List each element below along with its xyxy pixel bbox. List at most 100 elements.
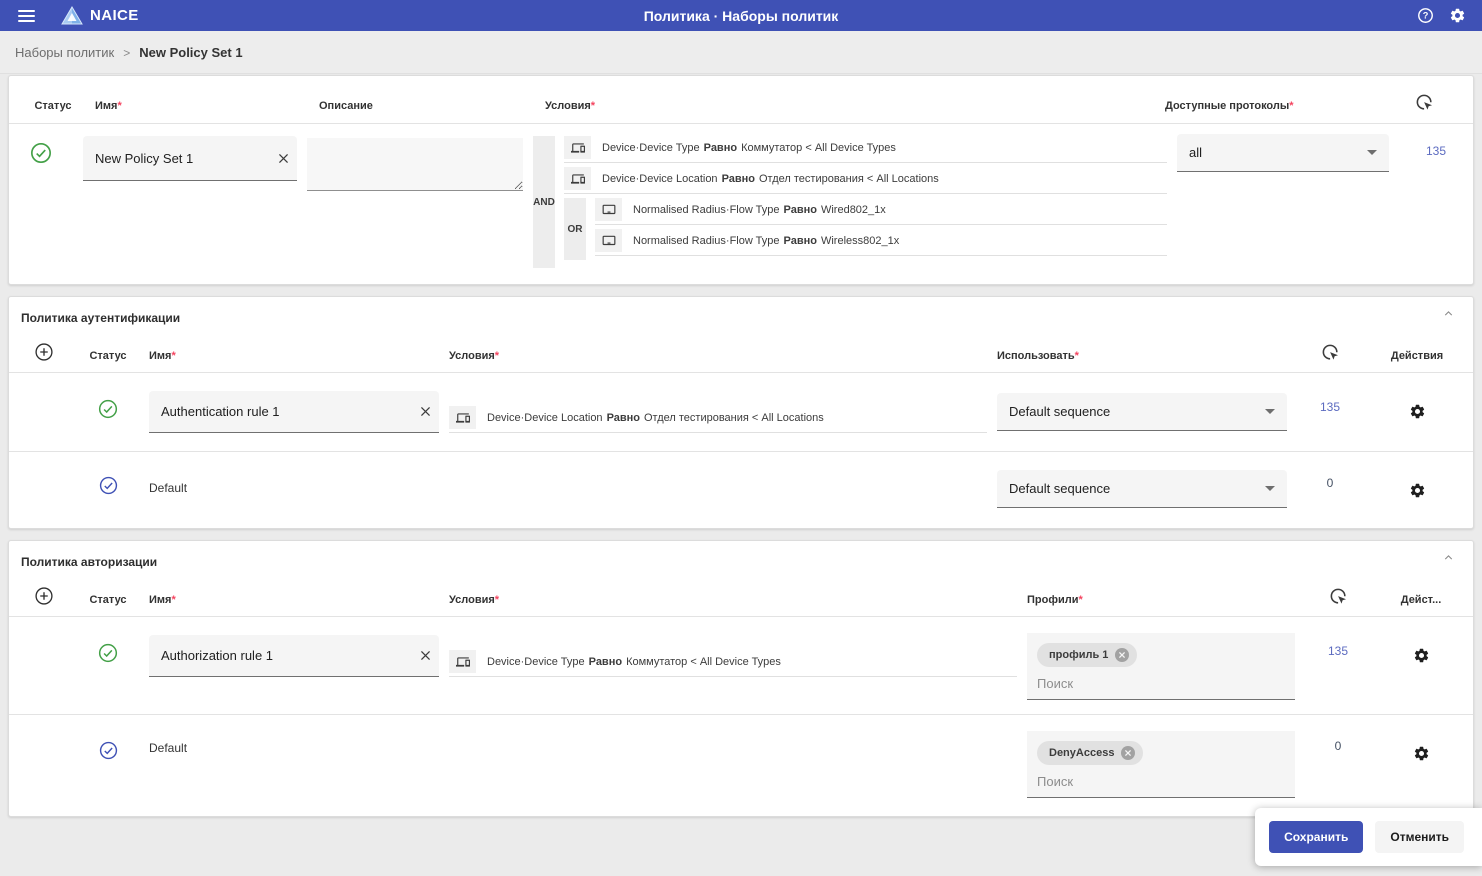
rule-name-field[interactable] — [149, 391, 439, 433]
flow-icon — [595, 229, 622, 252]
column-name: Имя* — [95, 83, 309, 123]
row-actions-gear-icon[interactable] — [1381, 745, 1461, 762]
profiles-field[interactable]: DenyAccess Поиск — [1027, 731, 1295, 798]
clear-name-icon[interactable] — [418, 404, 433, 419]
status-check-icon[interactable] — [77, 727, 139, 760]
rule-name-input[interactable] — [161, 404, 418, 419]
hits-icon — [1297, 328, 1363, 372]
status-check-icon[interactable] — [77, 385, 139, 419]
authorization-policy-card: Политика авторизации Статус Имя* Условия… — [8, 540, 1474, 817]
breadcrumb-parent-link[interactable]: Наборы политик — [15, 45, 114, 60]
policy-set-name-field[interactable] — [83, 136, 297, 181]
condition-row[interactable]: Device·Device TypeРавноКоммутатор < All … — [449, 650, 1017, 677]
row-actions-gear-icon[interactable] — [1373, 482, 1461, 499]
status-check-icon[interactable] — [77, 464, 139, 495]
policy-set-name-input[interactable] — [95, 151, 276, 166]
profiles-field[interactable]: профиль 1 Поиск — [1027, 633, 1295, 700]
hits-count[interactable]: 0 — [1297, 476, 1363, 490]
policy-set-description-input[interactable] — [307, 138, 523, 191]
rule-name-input[interactable] — [161, 648, 418, 663]
cancel-button[interactable]: Отменить — [1375, 821, 1464, 853]
authentication-policy-card: Политика аутентификации Статус Имя* Усло… — [8, 296, 1474, 529]
authentication-rule-row: Device·Device LocationРавноОтдел тестиро… — [9, 373, 1473, 451]
hits-count[interactable]: 135 — [1305, 644, 1371, 658]
column-conditions: Условия* — [545, 83, 1155, 123]
add-rule-button[interactable] — [21, 327, 67, 372]
authorization-default-row: Default DenyAccess Поиск 0 — [9, 714, 1473, 816]
remove-chip-icon[interactable] — [1115, 648, 1129, 662]
column-actions: Действия — [1373, 335, 1461, 372]
device-icon — [449, 650, 476, 673]
hits-count[interactable]: 135 — [1399, 144, 1473, 268]
authentication-header-row: Статус Имя* Условия* Использовать* Дейст… — [9, 327, 1473, 373]
status-check-icon[interactable] — [9, 134, 73, 268]
flow-icon — [595, 198, 622, 221]
column-conditions: Условия* — [449, 579, 1017, 616]
column-protocols: Доступные протоколы* — [1165, 83, 1377, 123]
brand: NAICE — [61, 6, 139, 25]
hits-icon — [1305, 572, 1371, 616]
collapse-icon[interactable] — [1442, 307, 1455, 320]
device-icon — [564, 167, 591, 190]
chevron-down-icon — [1367, 150, 1377, 155]
use-sequence-select[interactable]: Default sequence — [997, 470, 1287, 508]
policy-set-header-row: Статус Имя* Описание Условия* Доступные … — [9, 76, 1473, 124]
menu-icon[interactable] — [16, 6, 37, 26]
hits-count[interactable]: 0 — [1305, 739, 1371, 753]
clear-name-icon[interactable] — [276, 151, 291, 166]
condition-row[interactable]: Normalised Radius·Flow TypeРавноWired802… — [595, 198, 1167, 225]
app-bar: NAICE Политика · Наборы политик ? — [0, 0, 1482, 31]
hits-icon — [1387, 76, 1461, 123]
or-operator[interactable]: OR — [564, 198, 586, 260]
brand-name: NAICE — [90, 7, 139, 24]
chevron-down-icon — [1265, 409, 1275, 414]
authentication-default-row: Default Default sequence 0 — [9, 451, 1473, 528]
column-name: Имя* — [149, 335, 439, 372]
rule-name-field[interactable] — [149, 635, 439, 677]
clear-name-icon[interactable] — [418, 648, 433, 663]
column-use: Использовать* — [997, 335, 1287, 372]
add-rule-button[interactable] — [21, 571, 67, 616]
protocols-select[interactable]: all — [1177, 134, 1389, 172]
column-profiles: Профили* — [1027, 579, 1295, 616]
chevron-down-icon — [1265, 486, 1275, 491]
svg-text:?: ? — [1423, 11, 1429, 21]
policy-set-card: Статус Имя* Описание Условия* Доступные … — [8, 75, 1474, 285]
column-status: Статус — [77, 579, 139, 616]
breadcrumb: Наборы политик > New Policy Set 1 — [0, 31, 1482, 74]
policy-set-conditions: AND Device·Device TypeРавноКоммутатор < … — [533, 136, 1167, 268]
profiles-search-placeholder: Поиск — [1037, 676, 1285, 691]
breadcrumb-separator: > — [123, 46, 130, 60]
hits-count[interactable]: 135 — [1297, 400, 1363, 414]
condition-row[interactable]: Device·Device LocationРавноОтдел тестиро… — [449, 406, 987, 433]
row-actions-gear-icon[interactable] — [1381, 647, 1461, 664]
profile-chip: профиль 1 — [1037, 643, 1137, 667]
authorization-title: Политика авторизации — [9, 541, 1473, 571]
condition-row[interactable]: Normalised Radius·Flow TypeРавноWireless… — [595, 229, 1167, 256]
breadcrumb-current: New Policy Set 1 — [139, 45, 242, 60]
row-actions-gear-icon[interactable] — [1373, 403, 1461, 420]
column-description: Описание — [319, 83, 535, 123]
collapse-icon[interactable] — [1442, 551, 1455, 564]
column-conditions: Условия* — [449, 335, 987, 372]
save-button[interactable]: Сохранить — [1269, 821, 1363, 853]
help-icon[interactable]: ? — [1417, 7, 1434, 24]
column-actions: Дейст... — [1381, 579, 1461, 616]
policy-set-row: AND Device·Device TypeРавноКоммутатор < … — [9, 124, 1473, 284]
page-title: Политика · Наборы политик — [644, 8, 839, 24]
default-rule-label: Default — [149, 481, 439, 495]
authentication-title: Политика аутентификации — [9, 297, 1473, 327]
remove-chip-icon[interactable] — [1121, 746, 1135, 760]
profiles-search-placeholder: Поиск — [1037, 774, 1285, 789]
status-check-icon[interactable] — [77, 629, 139, 663]
device-icon — [564, 136, 591, 159]
column-name: Имя* — [149, 579, 439, 616]
condition-row[interactable]: Device·Device TypeРавноКоммутатор < All … — [564, 136, 1167, 163]
condition-row[interactable]: Device·Device LocationРавноОтдел тестиро… — [564, 167, 1167, 194]
naice-logo-icon — [61, 6, 83, 25]
gear-icon[interactable] — [1449, 7, 1466, 24]
and-operator[interactable]: AND — [533, 136, 555, 268]
device-icon — [449, 406, 476, 429]
use-sequence-select[interactable]: Default sequence — [997, 393, 1287, 431]
default-rule-label: Default — [149, 741, 439, 755]
